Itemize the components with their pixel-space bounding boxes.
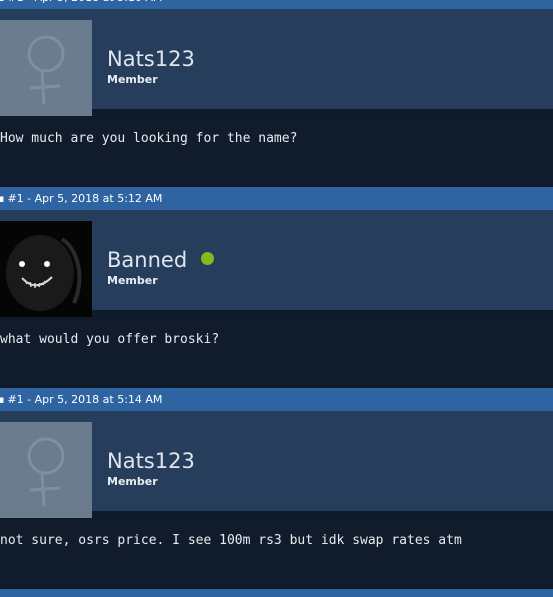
female-symbol-placeholder-icon[interactable] bbox=[0, 422, 92, 518]
post-user-info: Banned Member bbox=[0, 210, 553, 317]
post-permalink[interactable]: #1 - Apr 5, 2018 at 5:10 AM bbox=[7, 0, 162, 9]
user-role: Member bbox=[107, 73, 158, 86]
username-link[interactable]: Nats123 bbox=[107, 448, 195, 474]
post-marker-icon: ▪ bbox=[0, 0, 4, 9]
post-permalink[interactable]: #1 - Apr 5, 2018 at 5:14 AM bbox=[7, 388, 162, 411]
username-link[interactable]: Nats123 bbox=[107, 46, 195, 72]
user-role: Member bbox=[107, 274, 158, 287]
post-permalink[interactable]: #1 - Apr 5, 2018 at 5:12 AM bbox=[7, 187, 162, 210]
online-status-indicator bbox=[201, 252, 215, 265]
post-marker-icon: ▪ bbox=[0, 393, 5, 406]
username-text: Banned bbox=[107, 248, 188, 272]
post-header: ▪#1 - Apr 5, 2018 at 5:10 AM bbox=[0, 0, 553, 9]
post-message: what would you offer broski? bbox=[0, 320, 553, 386]
post-header: ▪ #1 - Apr 5, 2018 at 5:12 AM bbox=[0, 187, 553, 210]
post-user-info: Nats123 Member bbox=[0, 411, 553, 518]
username-link[interactable]: Banned bbox=[107, 247, 215, 273]
post-user-info: Nats123 Member bbox=[0, 9, 553, 116]
post-message-text: what would you offer broski? bbox=[0, 332, 220, 347]
post-message: not sure, osrs price. I see 100m rs3 but… bbox=[0, 521, 553, 587]
user-role: Member bbox=[107, 475, 158, 488]
female-symbol-placeholder-icon[interactable] bbox=[0, 20, 92, 116]
username-text: Nats123 bbox=[107, 449, 195, 473]
post-message-text: How much are you looking for the name? bbox=[0, 131, 298, 146]
post-header bbox=[0, 589, 553, 597]
username-text: Nats123 bbox=[107, 47, 195, 71]
post-header: ▪ #1 - Apr 5, 2018 at 5:14 AM bbox=[0, 388, 553, 411]
dark-grinning-face-avatar[interactable] bbox=[0, 221, 92, 317]
post-marker-icon: ▪ bbox=[0, 192, 5, 205]
post-message-text: not sure, osrs price. I see 100m rs3 but… bbox=[0, 533, 462, 548]
post-message: How much are you looking for the name? bbox=[0, 119, 553, 185]
